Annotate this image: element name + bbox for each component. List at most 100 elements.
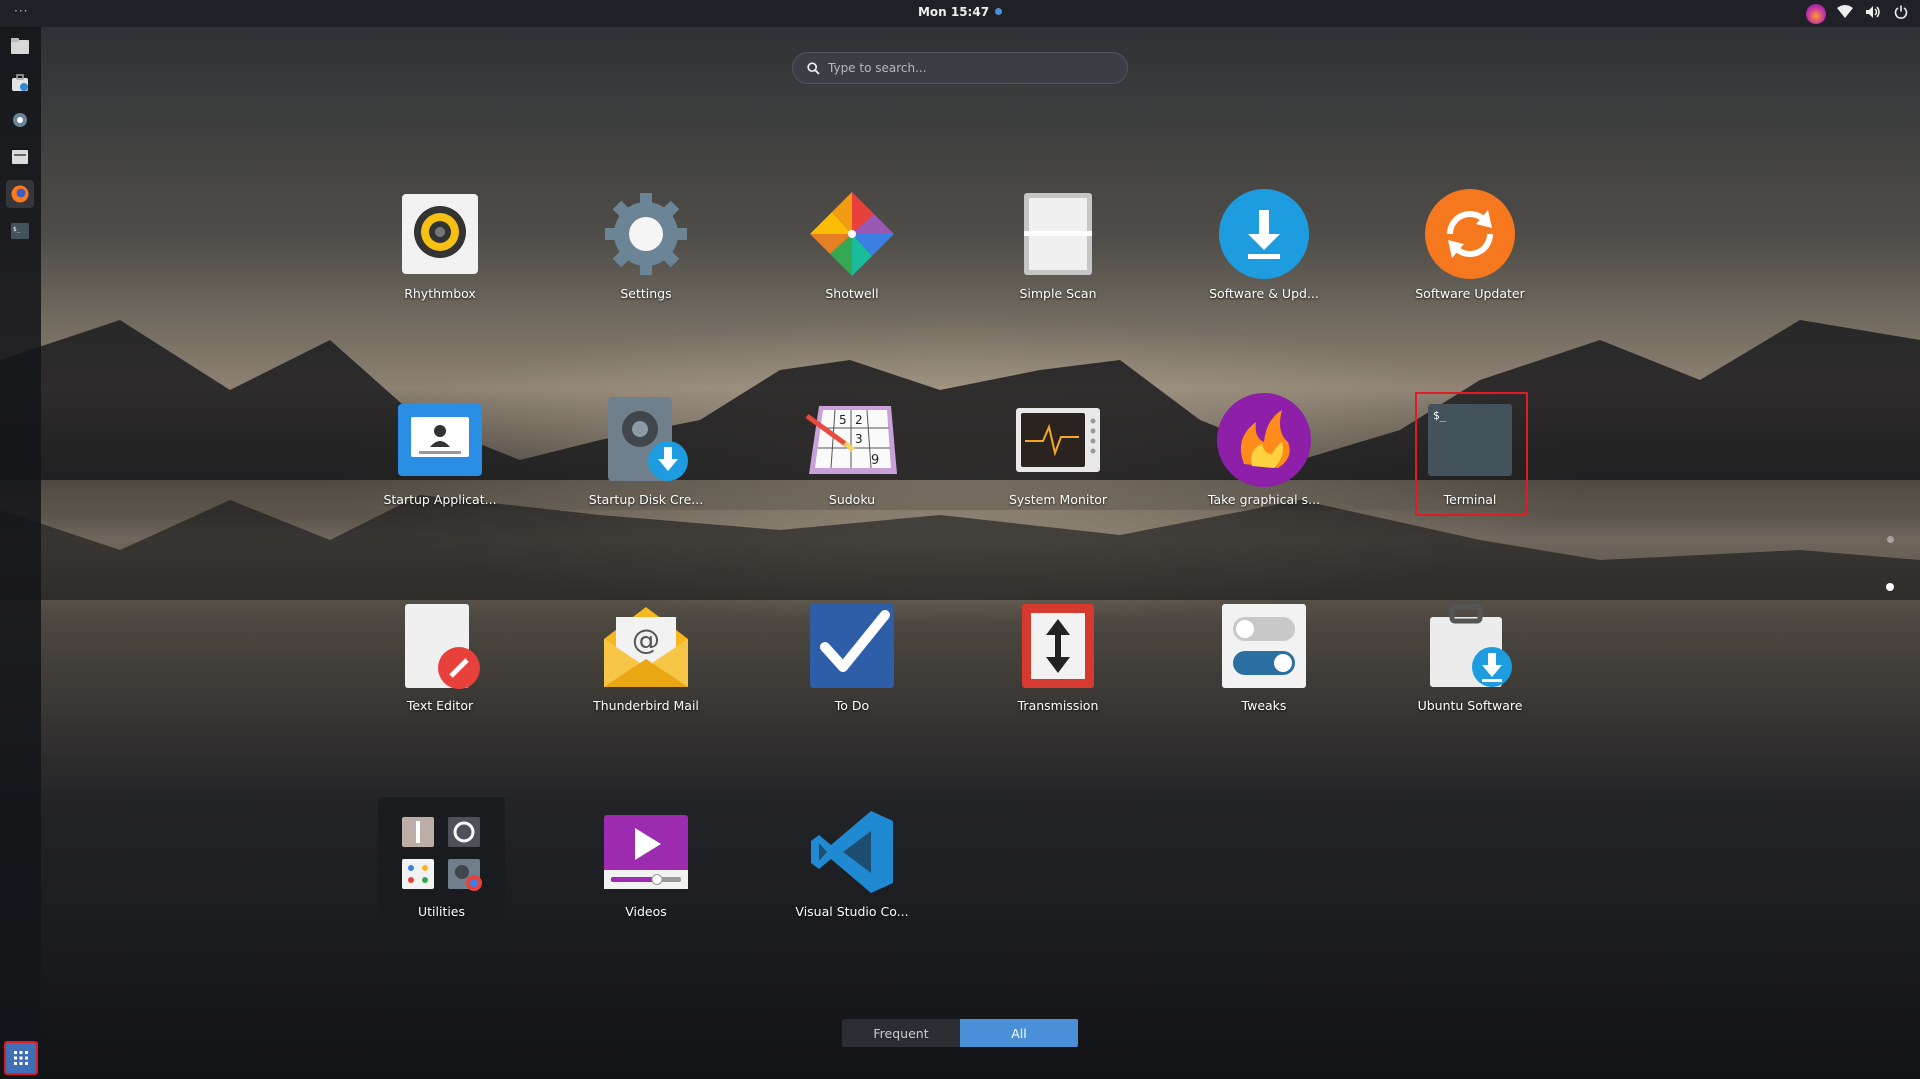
firefox-icon [11,185,29,203]
app-label: Simple Scan [1019,286,1097,301]
software-store-icon [12,74,28,91]
app-label: Terminal [1443,492,1497,507]
text-editor-icon [392,598,488,694]
sudoku-digit: 5 [839,413,847,427]
app-label: System Monitor [1008,492,1108,507]
software-updates-download-icon [1216,186,1312,282]
app-simple-scan[interactable]: Simple Scan [988,186,1128,316]
ubuntu-software-bag-icon [1422,598,1518,694]
dock-settings[interactable] [6,106,34,134]
frequent-tab-button[interactable]: Frequent [842,1019,960,1047]
app-startup-disk-creator[interactable]: Startup Disk Cre... [576,392,716,522]
dock-terminal[interactable]: $_ [6,217,34,245]
app-label: Sudoku [828,492,876,507]
utilities-folder-icons [402,817,482,891]
transmission-icon [1010,598,1106,694]
startup-disk-creator-icon [598,392,694,488]
sudoku-grid-icon: 52 39 [804,392,900,488]
settings-gear-icon [598,186,694,282]
app-to-do[interactable]: To Do [782,598,922,728]
app-terminal[interactable]: $_ Terminal [1400,392,1540,522]
terminal-icon: $_ [11,223,29,239]
shotwell-pinwheel-icon [804,186,900,282]
app-software-updater[interactable]: Software Updater [1400,186,1540,316]
folder-utilities[interactable]: Utilities [378,797,505,923]
show-applications-icon [14,1051,28,1065]
wifi-icon [1836,5,1854,23]
app-visual-studio-code[interactable]: Visual Studio Co... [782,804,922,934]
app-label: Tweaks [1241,698,1287,713]
top-bar: ··· Mon 15:47 [0,0,1920,27]
terminal-app-icon: $_ [1422,392,1518,488]
wallpaper-mountains [0,320,1920,600]
app-thunderbird-mail[interactable]: @ Thunderbird Mail [576,598,716,728]
files-icon [11,38,29,54]
software-updater-refresh-icon [1422,186,1518,282]
system-monitor-icon [1010,392,1106,488]
search-bar[interactable] [792,52,1128,84]
settings-icon [13,113,27,127]
app-tweaks[interactable]: Tweaks [1194,598,1334,728]
app-label: To Do [834,698,870,713]
app-label: Startup Disk Cre... [588,492,704,507]
dock-software-store[interactable] [6,69,34,97]
flameshot-icon [1216,392,1312,488]
clock-label: Mon 15:47 [917,5,990,19]
app-text-editor[interactable]: Text Editor [370,598,510,728]
app-startup-applications[interactable]: Startup Applicat... [370,392,510,522]
app-label: Take graphical s... [1207,492,1321,507]
dock-files[interactable] [6,32,34,60]
search-input[interactable] [828,61,1108,75]
app-software-and-updates[interactable]: Software & Upd... [1194,186,1334,316]
app-system-monitor[interactable]: System Monitor [988,392,1128,522]
app-shotwell[interactable]: Shotwell [782,186,922,316]
tweaks-toggles-icon [1216,598,1312,694]
vscode-icon [804,804,900,900]
app-label: Settings [620,286,672,301]
app-label: Transmission [1017,698,1099,713]
scanner-icon [1010,186,1106,282]
app-label: Videos [625,904,667,919]
sudoku-digit: 3 [855,432,863,446]
app-rhythmbox[interactable]: Rhythmbox [370,186,510,316]
dock-firefox[interactable] [6,180,34,208]
app-label: Software Updater [1415,286,1525,301]
app-take-graphical-screenshot[interactable]: Take graphical s... [1194,392,1334,522]
app-settings[interactable]: Settings [576,186,716,316]
volume-icon [1864,5,1882,23]
startup-applications-icon [392,392,488,488]
to-do-checkmark-icon [804,598,900,694]
all-tab-button[interactable]: All [960,1019,1078,1047]
app-label: Startup Applicat... [383,492,497,507]
app-label: Thunderbird Mail [593,698,699,713]
notification-dot-icon [995,8,1003,15]
app-label: Utilities [417,904,466,919]
app-label: Software & Upd... [1209,286,1319,301]
sudoku-digit: 2 [855,413,863,427]
sudoku-digit: 9 [871,453,879,468]
svg-text:$_: $_ [13,226,21,233]
dock: $_ [0,27,41,1079]
power-icon [1892,5,1910,23]
screenshot-tray-icon[interactable] [1806,4,1826,24]
app-ubuntu-software[interactable]: Ubuntu Software [1400,598,1540,728]
page-indicator-2-active[interactable] [1886,583,1894,591]
app-label: Rhythmbox [404,286,476,301]
clock[interactable]: Mon 15:47 [0,5,1920,19]
terminal-prompt: $_ [1433,409,1447,422]
app-label: Ubuntu Software [1417,698,1523,713]
system-tray[interactable] [1806,4,1910,24]
page-indicator-1[interactable] [1887,536,1894,543]
videos-player-icon [598,804,694,900]
app-label: Text Editor [406,698,474,713]
dock-disk[interactable] [6,143,34,171]
rhythmbox-icon [392,186,488,282]
show-applications-button[interactable] [4,1041,38,1075]
app-label: Shotwell [825,286,879,301]
search-icon [807,61,820,75]
app-transmission[interactable]: Transmission [988,598,1128,728]
app-sudoku[interactable]: 52 39 Sudoku [782,392,922,522]
disk-icon [12,150,28,164]
app-videos[interactable]: Videos [576,804,716,934]
thunderbird-mail-icon: @ [598,598,694,694]
